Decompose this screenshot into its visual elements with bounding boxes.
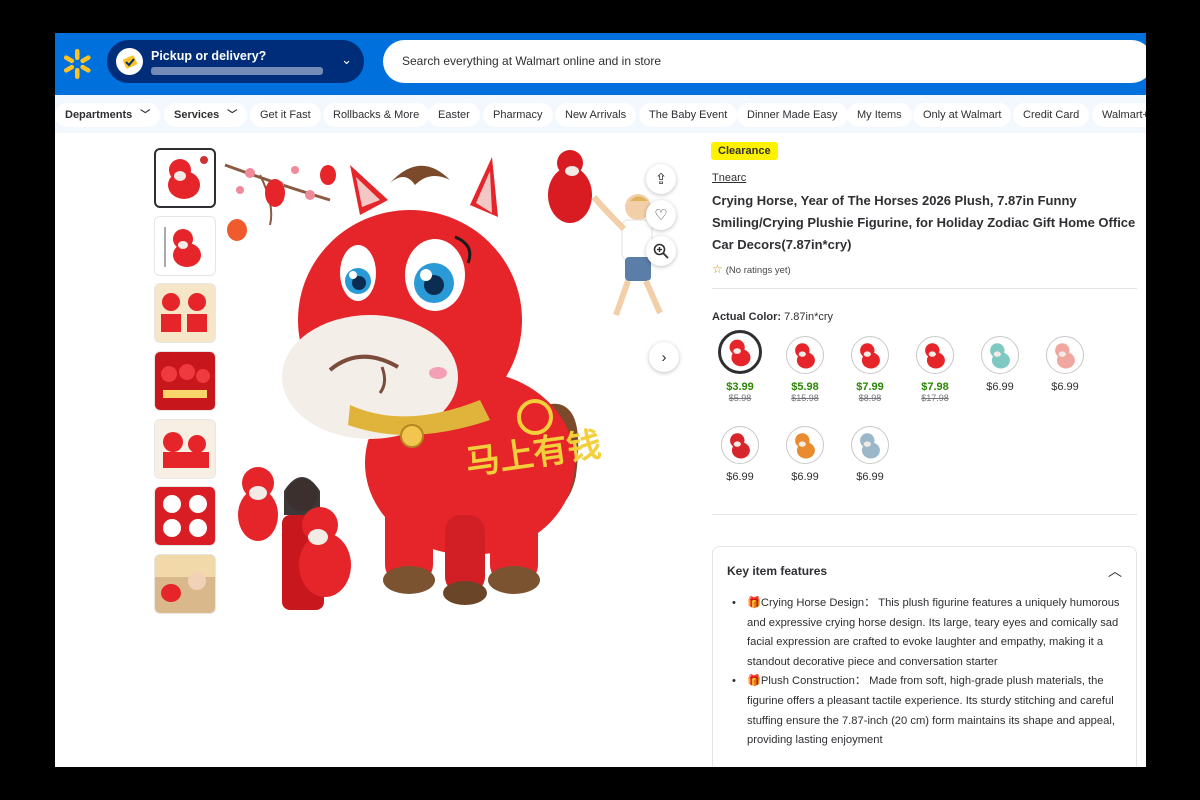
delivery-icon bbox=[116, 48, 143, 75]
chevron-down-icon: ﹀ bbox=[227, 110, 238, 121]
swatch-price: $7.98 bbox=[921, 381, 949, 393]
key-features-panel: Key item features ︿ 🎁Crying Horse Design… bbox=[712, 546, 1137, 767]
swatch-image bbox=[1046, 336, 1084, 374]
services-button[interactable]: Services ﹀ bbox=[164, 103, 248, 127]
nav-link-easter[interactable]: Easter bbox=[428, 103, 480, 127]
divider bbox=[712, 514, 1137, 515]
chevron-down-icon: ⌄ bbox=[341, 52, 352, 67]
feature-item: 🎁Plush Construction： Made from soft, hig… bbox=[732, 672, 1124, 750]
product-title: Crying Horse, Year of The Horses 2026 Pl… bbox=[712, 193, 1136, 252]
walmart-spark-icon[interactable] bbox=[61, 48, 93, 80]
swatch-image bbox=[718, 330, 762, 374]
swatch-was-price: $5.98 bbox=[728, 393, 752, 403]
swatch-image bbox=[916, 336, 954, 374]
features-list: 🎁Crying Horse Design： This plush figurin… bbox=[732, 594, 1124, 751]
departments-label: Departments bbox=[65, 109, 133, 121]
color-label: Actual Color: 7.87in*cry bbox=[712, 311, 833, 323]
nav-link-get-it-fast[interactable]: Get it Fast bbox=[250, 103, 321, 127]
zoom-button[interactable] bbox=[646, 236, 676, 266]
gallery-thumbnail[interactable] bbox=[154, 283, 216, 343]
next-image-button[interactable]: › bbox=[649, 342, 679, 372]
share-icon: ⇪ bbox=[654, 171, 668, 188]
clearance-badge: Clearance bbox=[711, 142, 778, 160]
swatch-price: $3.99 bbox=[726, 381, 754, 393]
swatch-image bbox=[721, 426, 759, 464]
color-swatch[interactable]: $6.99 bbox=[772, 426, 838, 483]
star-icon: ☆ bbox=[712, 262, 723, 276]
chevron-up-icon[interactable]: ︿ bbox=[1108, 561, 1122, 581]
departments-nav: Departments ﹀ Services ﹀ Get it Fast Rollb… bbox=[55, 95, 1146, 133]
gallery-thumbnail[interactable] bbox=[154, 554, 216, 614]
brand-link[interactable]: Tnearc bbox=[712, 172, 746, 184]
color-label-key: Actual Color: bbox=[712, 311, 782, 323]
color-swatch[interactable]: $6.99 bbox=[707, 426, 773, 483]
chevron-right-icon: › bbox=[661, 348, 667, 366]
swatch-image bbox=[786, 426, 824, 464]
color-label-value: 7.87in*cry bbox=[784, 311, 834, 323]
color-swatch[interactable]: $5.98 $15.98 bbox=[772, 336, 838, 403]
swatch-image bbox=[851, 336, 889, 374]
color-swatch[interactable]: $6.99 bbox=[837, 426, 903, 483]
swatch-price: $6.99 bbox=[986, 381, 1014, 393]
pickup-title: Pickup or delivery? bbox=[151, 49, 267, 63]
ratings-text: (No ratings yet) bbox=[725, 265, 791, 276]
nav-link-pharmacy[interactable]: Pharmacy bbox=[483, 103, 553, 127]
divider bbox=[712, 288, 1137, 289]
services-label: Services bbox=[174, 109, 220, 121]
swatch-was-price: $15.98 bbox=[791, 393, 819, 403]
nav-link-my-items[interactable]: My Items bbox=[847, 103, 912, 127]
swatch-price: $5.98 bbox=[791, 381, 819, 393]
ratings-summary[interactable]: ☆ (No ratings yet) bbox=[712, 262, 791, 276]
swatch-price: $6.99 bbox=[791, 471, 819, 483]
browser-viewport: Pickup or delivery? ⌄ Search everything … bbox=[55, 33, 1146, 767]
nav-link-new-arrivals[interactable]: New Arrivals bbox=[555, 103, 637, 127]
gallery-thumbnail[interactable] bbox=[154, 216, 216, 276]
nav-link-only-at-walmart[interactable]: Only at Walmart bbox=[913, 103, 1012, 127]
key-features-heading[interactable]: Key item features bbox=[727, 564, 827, 578]
swatch-price: $7.99 bbox=[856, 381, 884, 393]
main-product-image[interactable]: 马上有钱 bbox=[220, 145, 690, 620]
swatch-price: $6.99 bbox=[1051, 381, 1079, 393]
search-input[interactable]: Search everything at Walmart online and … bbox=[383, 40, 1146, 83]
departments-button[interactable]: Departments ﹀ bbox=[55, 103, 161, 127]
swatch-was-price: $17.98 bbox=[921, 393, 949, 403]
feature-item: 🎁Crying Horse Design： This plush figurin… bbox=[732, 594, 1124, 672]
favorite-button[interactable]: ♡ bbox=[646, 200, 676, 230]
nav-link-dinner-made-easy[interactable]: Dinner Made Easy bbox=[737, 103, 848, 127]
heart-icon: ♡ bbox=[654, 207, 668, 224]
color-swatch[interactable]: $7.99 $8.98 bbox=[837, 336, 903, 403]
pickup-delivery-selector[interactable]: Pickup or delivery? ⌄ bbox=[107, 40, 364, 83]
swatch-image bbox=[981, 336, 1019, 374]
swatch-price: $6.99 bbox=[856, 471, 884, 483]
gallery-thumbnail[interactable] bbox=[154, 148, 216, 208]
nav-link-rollbacks[interactable]: Rollbacks & More bbox=[323, 103, 430, 127]
top-header: Pickup or delivery? ⌄ Search everything … bbox=[55, 33, 1146, 95]
gallery-thumbnail[interactable] bbox=[154, 419, 216, 479]
swatch-image bbox=[786, 336, 824, 374]
swatch-was-price: $8.98 bbox=[858, 393, 882, 403]
swatch-image bbox=[851, 426, 889, 464]
nav-link-credit-card[interactable]: Credit Card bbox=[1013, 103, 1090, 127]
search-placeholder: Search everything at Walmart online and … bbox=[402, 54, 662, 68]
pickup-address-blurred bbox=[151, 67, 323, 75]
nav-link-baby-event[interactable]: The Baby Event bbox=[639, 103, 738, 127]
gallery-thumbnail[interactable] bbox=[154, 486, 216, 546]
share-button[interactable]: ⇪ bbox=[646, 164, 676, 194]
zoom-in-icon bbox=[653, 243, 669, 259]
color-swatch[interactable]: $6.99 bbox=[967, 336, 1033, 393]
swatch-price: $6.99 bbox=[726, 471, 754, 483]
color-swatch[interactable]: $3.99 $5.98 bbox=[707, 330, 773, 403]
color-swatch[interactable]: $7.98 $17.98 bbox=[902, 336, 968, 403]
gallery-thumbnail[interactable] bbox=[154, 351, 216, 411]
nav-link-walmart-plus[interactable]: Walmart+ bbox=[1092, 103, 1146, 127]
color-swatch[interactable]: $6.99 bbox=[1032, 336, 1098, 393]
chevron-down-icon: ﹀ bbox=[140, 110, 151, 121]
